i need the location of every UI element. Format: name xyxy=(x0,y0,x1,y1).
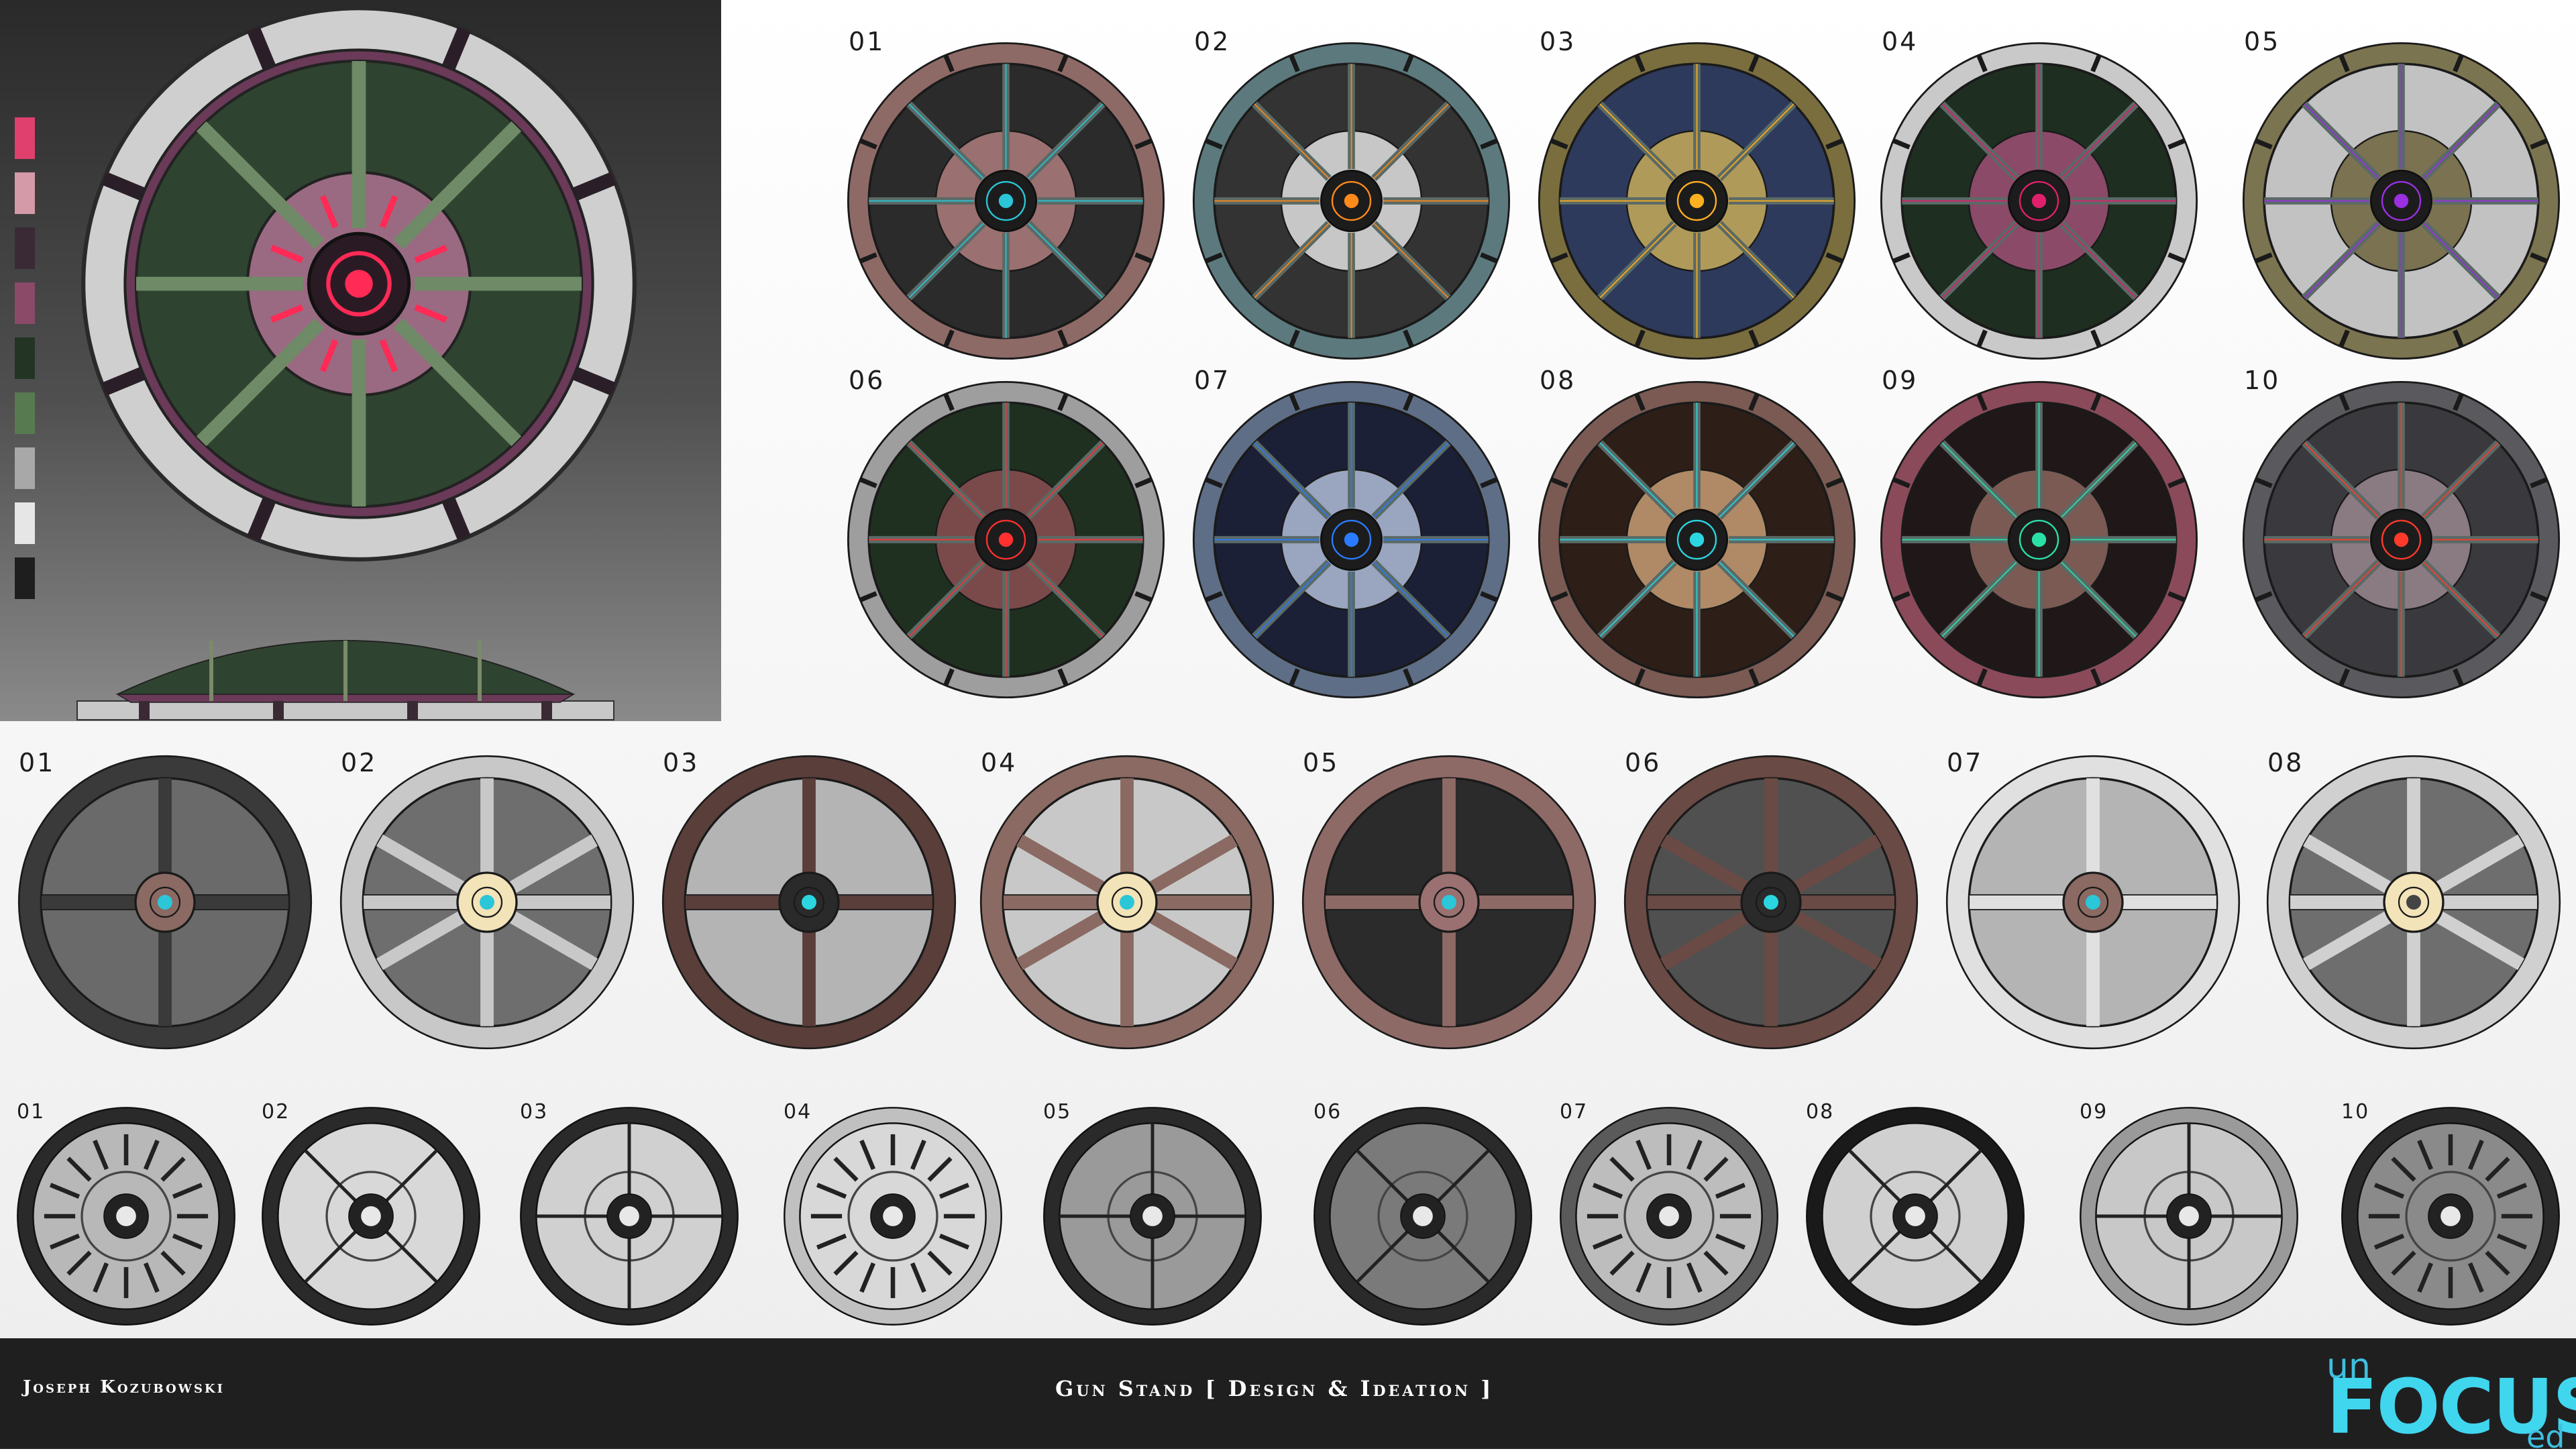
palette-swatch xyxy=(15,282,35,324)
colorway-disc xyxy=(1538,380,1856,699)
footer-bar: Joseph Kozubowski Gun Stand [ Design & I… xyxy=(0,1338,2576,1455)
grayscale-thumbnail xyxy=(1806,1107,2025,1326)
shape-variant-disc xyxy=(1945,755,2241,1050)
unfocused-logo: un FOCUS ed xyxy=(2326,1338,2576,1455)
palette-swatch xyxy=(15,227,35,269)
colorway-disc xyxy=(1192,42,1511,360)
grayscale-thumbnail xyxy=(2341,1107,2560,1326)
colorway-disc xyxy=(2242,42,2561,360)
shape-variant-disc xyxy=(2266,755,2561,1050)
shape-variant-disc xyxy=(1623,755,1919,1050)
palette-swatch xyxy=(15,392,35,434)
hero-panel xyxy=(0,0,721,721)
grayscale-thumbnail xyxy=(784,1107,1002,1326)
author-name: Joseph Kozubowski xyxy=(23,1377,225,1397)
palette-swatch xyxy=(15,117,35,159)
colorway-disc xyxy=(1880,380,2198,699)
logo-suffix: ed xyxy=(2526,1419,2565,1455)
colorway-disc xyxy=(847,42,1165,360)
colorway-disc xyxy=(1192,380,1511,699)
shape-variant-disc xyxy=(17,755,313,1050)
colorway-disc xyxy=(1880,42,2198,360)
grayscale-thumbnail xyxy=(1560,1107,1778,1326)
shape-variant-disc xyxy=(1301,755,1597,1050)
grayscale-thumbnail xyxy=(1313,1107,1532,1326)
grayscale-thumbnail xyxy=(520,1107,739,1326)
concept-sheet: 01 02 03 04 05 06 07 08 09 10 01 02 03 04 05 06 07 08 01… xyxy=(0,0,2576,1455)
palette-swatch xyxy=(15,172,35,214)
palette-swatch xyxy=(15,502,35,544)
colorway-disc xyxy=(2242,380,2561,699)
shape-variant-disc xyxy=(979,755,1275,1050)
colorway-disc xyxy=(1538,42,1856,360)
palette-swatch xyxy=(15,337,35,379)
hero-gun-stand-top-view xyxy=(81,6,637,561)
grayscale-thumbnail xyxy=(1043,1107,1262,1326)
palette-swatch xyxy=(15,447,35,489)
grayscale-thumbnail xyxy=(2080,1107,2298,1326)
palette-swatch xyxy=(15,557,35,599)
colorway-disc xyxy=(847,380,1165,699)
hero-gun-stand-side-view xyxy=(76,640,614,720)
grayscale-thumbnail xyxy=(262,1107,480,1326)
grayscale-thumbnail xyxy=(17,1107,235,1326)
sheet-title: Gun Stand [ Design & Ideation ] xyxy=(1055,1376,1494,1401)
shape-variant-disc xyxy=(661,755,957,1050)
shape-variant-disc xyxy=(339,755,635,1050)
